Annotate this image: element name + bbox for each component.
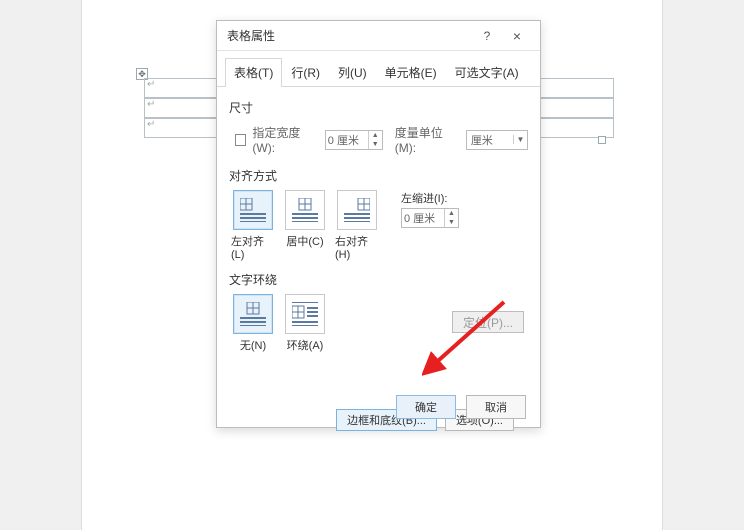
table-resize-handle[interactable] — [598, 136, 606, 144]
tab-alt-text[interactable]: 可选文字(A) — [446, 58, 528, 87]
dialog-title: 表格属性 — [227, 27, 472, 44]
wrap-none-label: 无(N) — [240, 337, 266, 353]
ok-button[interactable]: 确定 — [396, 395, 456, 419]
dialog-titlebar: 表格属性 ? × — [217, 21, 540, 51]
unit-value: 厘米 — [467, 132, 513, 148]
align-right-button[interactable] — [337, 190, 377, 230]
wrap-around-button[interactable] — [285, 294, 325, 334]
tab-bar: 表格(T) 行(R) 列(U) 单元格(E) 可选文字(A) — [217, 51, 540, 87]
spinner-down-icon[interactable]: ▼ — [369, 140, 382, 149]
wrap-section-label: 文字环绕 — [229, 271, 528, 288]
table-properties-dialog: 表格属性 ? × 表格(T) 行(R) 列(U) 单元格(E) 可选文字(A) … — [216, 20, 541, 428]
specify-width-label: 指定宽度(W): — [252, 124, 318, 155]
close-button[interactable]: × — [502, 23, 532, 49]
wrap-none-button[interactable] — [233, 294, 273, 334]
align-center-label: 居中(C) — [286, 233, 323, 249]
align-center-icon — [292, 198, 318, 222]
wrap-around-icon — [292, 302, 318, 326]
spinner-up-icon[interactable]: ▲ — [369, 131, 382, 140]
unit-label: 度量单位(M): — [395, 124, 460, 155]
align-left-button[interactable] — [233, 190, 273, 230]
width-input[interactable] — [326, 131, 368, 149]
tab-column[interactable]: 列(U) — [329, 58, 376, 87]
width-spinner[interactable]: ▲▼ — [325, 130, 383, 150]
align-right-label: 右对齐(H) — [335, 233, 379, 261]
align-section-label: 对齐方式 — [229, 167, 528, 184]
help-button[interactable]: ? — [472, 23, 502, 49]
size-section-label: 尺寸 — [229, 99, 528, 116]
indent-input[interactable] — [402, 209, 444, 227]
indent-label: 左缩进(I): — [401, 190, 459, 206]
position-button: 定位(P)... — [452, 311, 524, 333]
wrap-none-icon — [240, 302, 266, 326]
unit-select[interactable]: 厘米 ▼ — [466, 130, 528, 150]
chevron-down-icon: ▼ — [513, 135, 527, 144]
align-left-label: 左对齐(L) — [231, 233, 275, 261]
tab-cell[interactable]: 单元格(E) — [376, 58, 446, 87]
align-left-icon — [240, 198, 266, 222]
align-center-button[interactable] — [285, 190, 325, 230]
spinner-down-icon[interactable]: ▼ — [445, 218, 458, 227]
spinner-up-icon[interactable]: ▲ — [445, 209, 458, 218]
tab-table[interactable]: 表格(T) — [225, 58, 282, 87]
wrap-around-label: 环绕(A) — [287, 337, 324, 353]
align-right-icon — [344, 198, 370, 222]
indent-spinner[interactable]: ▲▼ — [401, 208, 459, 228]
cancel-button[interactable]: 取消 — [466, 395, 526, 419]
tab-row[interactable]: 行(R) — [282, 58, 329, 87]
specify-width-checkbox[interactable] — [235, 134, 246, 146]
